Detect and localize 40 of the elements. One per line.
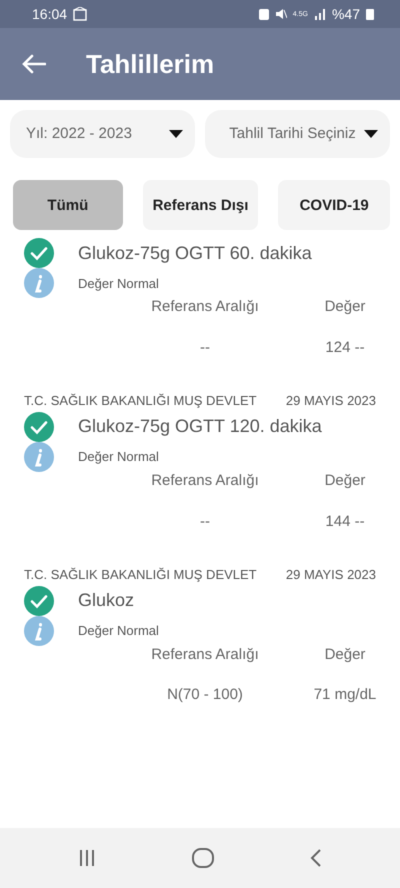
mute-icon bbox=[274, 8, 287, 20]
test-name: Glukoz-75g OGTT 120. dakika bbox=[78, 416, 322, 438]
signal-icon bbox=[314, 8, 326, 20]
caret-icon bbox=[364, 130, 378, 138]
test-name: Glukoz-75g OGTT 60. dakika bbox=[78, 242, 312, 264]
column-header: Değer bbox=[324, 472, 366, 490]
hospital-name: T.C. SAĞLIK BAKANLIĞI MUŞ DEVLET bbox=[24, 393, 257, 408]
filter-tab[interactable]: Tümü bbox=[13, 180, 123, 230]
caret-icon bbox=[169, 130, 183, 138]
status-time: 16:04 bbox=[32, 6, 68, 22]
column-header: Referans Aralığı bbox=[150, 646, 260, 664]
filter-tab[interactable]: COVID-19 bbox=[278, 180, 390, 230]
battery-icon bbox=[366, 8, 374, 20]
filter-dropdown[interactable]: Tahlil Tarihi Seçiniz bbox=[205, 110, 390, 158]
result-status: Değer Normal bbox=[78, 623, 159, 638]
column-header: Değer bbox=[324, 646, 366, 664]
result-status: Değer Normal bbox=[78, 276, 159, 290]
column-header: Referans Aralığı bbox=[150, 298, 260, 317]
column-header: Referans Aralığı bbox=[150, 472, 260, 490]
hospital-name: T.C. SAĞLIK BAKANLIĞI MUŞ DEVLET bbox=[24, 567, 257, 582]
home-icon[interactable] bbox=[192, 848, 214, 868]
image-icon bbox=[73, 7, 88, 21]
reference-range: -- bbox=[199, 512, 211, 530]
recent-apps-icon[interactable] bbox=[78, 849, 96, 867]
reference-range: -- bbox=[199, 338, 211, 356]
test-name: Glukoz bbox=[78, 590, 134, 611]
back-icon[interactable] bbox=[310, 848, 322, 868]
page-title: Tahlillerim bbox=[86, 48, 214, 80]
reference-range: N(70 - 100) bbox=[166, 686, 244, 704]
result-date: 29 MAYIS 2023 bbox=[286, 567, 376, 582]
result-value: 144 -- bbox=[324, 512, 366, 530]
result-value: 71 mg/dL bbox=[312, 686, 378, 704]
back-arrow-icon[interactable] bbox=[22, 54, 46, 74]
filter-tab[interactable]: Referans Dışı bbox=[142, 180, 258, 230]
filter-dropdown[interactable]: Yıl: 2022 - 2023 bbox=[10, 110, 195, 158]
result-value: 124 -- bbox=[324, 338, 366, 356]
result-date: 29 MAYIS 2023 bbox=[286, 393, 376, 408]
column-header: Değer bbox=[324, 298, 366, 317]
battery-level: %47 bbox=[332, 6, 360, 22]
result-status: Değer Normal bbox=[78, 449, 159, 464]
